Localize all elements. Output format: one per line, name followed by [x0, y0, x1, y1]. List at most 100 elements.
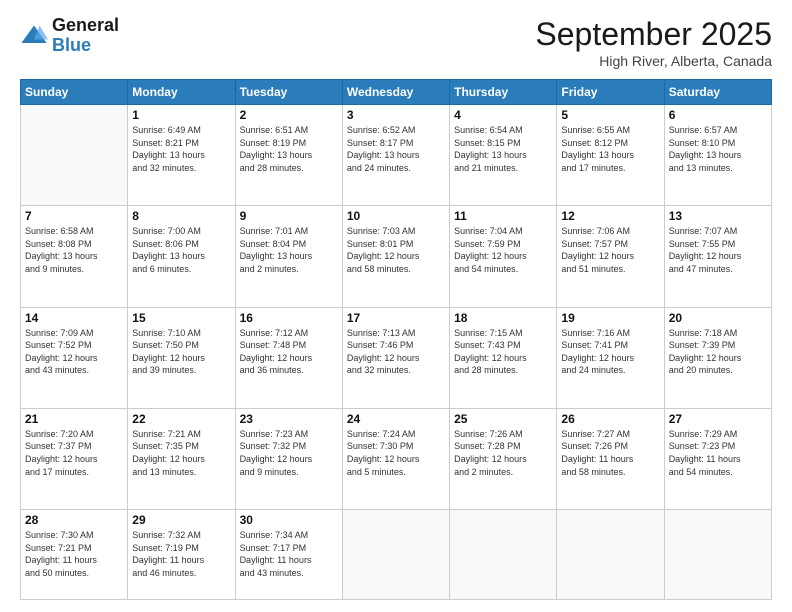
calendar-cell: 18Sunrise: 7:15 AM Sunset: 7:43 PM Dayli… — [450, 307, 557, 408]
day-number: 14 — [25, 311, 123, 325]
calendar-cell: 17 Sunrise: 7:13 AM Sunset: 7:46 PM Dayli… — [342, 307, 449, 408]
day-info: Sunrise: 7:24 AM Sunset: 7:30 PM Dayligh… — [347, 428, 445, 478]
day-info: Sunrise: 7:16 AM Sunset: 7:41 PM Dayligh… — [561, 327, 659, 377]
calendar-cell: 8 Sunrise: 7:00 AM Sunset: 8:06 PM Daylig… — [128, 206, 235, 307]
header: General Blue September 2025 High River, … — [20, 16, 772, 69]
calendar-cell: 1 Sunrise: 6:49 AM Sunset: 8:21 PM Daylig… — [128, 105, 235, 206]
weekday-header-thursday: Thursday — [450, 80, 557, 105]
day-info: Sunrise: 6:54 AM Sunset: 8:15 PM Dayligh… — [454, 124, 552, 174]
day-number: 9 — [240, 209, 338, 223]
week-row-2: 7 Sunrise: 6:58 AM Sunset: 8:08 PM Daylig… — [21, 206, 772, 307]
calendar-cell: 15 Sunrise: 7:10 AM Sunset: 7:50 PM Dayli… — [128, 307, 235, 408]
day-info: Sunrise: 7:29 AM Sunset: 7:23 PM Dayligh… — [669, 428, 767, 478]
day-number: 20 — [669, 311, 767, 325]
day-number: 5 — [561, 108, 659, 122]
calendar-cell: 5 Sunrise: 6:55 AM Sunset: 8:12 PM Daylig… — [557, 105, 664, 206]
day-number: 2 — [240, 108, 338, 122]
day-info: Sunrise: 7:13 AM Sunset: 7:46 PM Dayligh… — [347, 327, 445, 377]
logo-line1: General — [52, 16, 119, 36]
logo-icon — [20, 22, 48, 50]
day-info: Sunrise: 6:52 AM Sunset: 8:17 PM Dayligh… — [347, 124, 445, 174]
calendar-cell: 28 Sunrise: 7:30 AM Sunset: 7:21 PM Dayli… — [21, 510, 128, 600]
day-info: Sunrise: 7:10 AM Sunset: 7:50 PM Dayligh… — [132, 327, 230, 377]
calendar-cell — [664, 510, 771, 600]
calendar-cell — [557, 510, 664, 600]
day-info: Sunrise: 6:57 AM Sunset: 8:10 PM Dayligh… — [669, 124, 767, 174]
calendar-cell: 12 Sunrise: 7:06 AM Sunset: 7:57 PM Dayli… — [557, 206, 664, 307]
week-row-3: 14 Sunrise: 7:09 AM Sunset: 7:52 PM Dayli… — [21, 307, 772, 408]
day-number: 17 — [347, 311, 445, 325]
day-number: 25 — [454, 412, 552, 426]
location: High River, Alberta, Canada — [535, 53, 772, 69]
day-info: Sunrise: 7:03 AM Sunset: 8:01 PM Dayligh… — [347, 225, 445, 275]
day-info: Sunrise: 7:30 AM Sunset: 7:21 PM Dayligh… — [25, 529, 123, 579]
weekday-header-wednesday: Wednesday — [342, 80, 449, 105]
day-number: 3 — [347, 108, 445, 122]
day-number: 6 — [669, 108, 767, 122]
calendar-cell: 23 Sunrise: 7:23 AM Sunset: 7:32 PM Dayli… — [235, 408, 342, 509]
day-info: Sunrise: 7:12 AM Sunset: 7:48 PM Dayligh… — [240, 327, 338, 377]
day-number: 27 — [669, 412, 767, 426]
day-number: 4 — [454, 108, 552, 122]
day-number: 12 — [561, 209, 659, 223]
calendar-cell: 16Sunrise: 7:12 AM Sunset: 7:48 PM Dayli… — [235, 307, 342, 408]
calendar-cell: 4 Sunrise: 6:54 AM Sunset: 8:15 PM Daylig… — [450, 105, 557, 206]
week-row-5: 28 Sunrise: 7:30 AM Sunset: 7:21 PM Dayli… — [21, 510, 772, 600]
weekday-header-row: SundayMondayTuesdayWednesdayThursdayFrid… — [21, 80, 772, 105]
day-info: Sunrise: 7:26 AM Sunset: 7:28 PM Dayligh… — [454, 428, 552, 478]
day-info: Sunrise: 7:18 AM Sunset: 7:39 PM Dayligh… — [669, 327, 767, 377]
week-row-4: 21Sunrise: 7:20 AM Sunset: 7:37 PM Dayli… — [21, 408, 772, 509]
day-number: 23 — [240, 412, 338, 426]
calendar-cell: 6 Sunrise: 6:57 AM Sunset: 8:10 PM Daylig… — [664, 105, 771, 206]
calendar-cell: 14 Sunrise: 7:09 AM Sunset: 7:52 PM Dayli… — [21, 307, 128, 408]
day-number: 24 — [347, 412, 445, 426]
calendar-cell: 21Sunrise: 7:20 AM Sunset: 7:37 PM Dayli… — [21, 408, 128, 509]
calendar-cell: 30Sunrise: 7:34 AM Sunset: 7:17 PM Dayli… — [235, 510, 342, 600]
day-number: 28 — [25, 513, 123, 527]
weekday-header-tuesday: Tuesday — [235, 80, 342, 105]
calendar-cell: 2 Sunrise: 6:51 AM Sunset: 8:19 PM Daylig… — [235, 105, 342, 206]
logo-text: General Blue — [52, 16, 119, 56]
page: General Blue September 2025 High River, … — [0, 0, 792, 612]
calendar-cell: 22 Sunrise: 7:21 AM Sunset: 7:35 PM Dayli… — [128, 408, 235, 509]
day-number: 7 — [25, 209, 123, 223]
calendar-cell: 27 Sunrise: 7:29 AM Sunset: 7:23 PM Dayli… — [664, 408, 771, 509]
day-number: 21 — [25, 412, 123, 426]
day-info: Sunrise: 7:01 AM Sunset: 8:04 PM Dayligh… — [240, 225, 338, 275]
day-info: Sunrise: 7:09 AM Sunset: 7:52 PM Dayligh… — [25, 327, 123, 377]
calendar-cell: 24 Sunrise: 7:24 AM Sunset: 7:30 PM Dayli… — [342, 408, 449, 509]
day-info: Sunrise: 7:23 AM Sunset: 7:32 PM Dayligh… — [240, 428, 338, 478]
day-info: Sunrise: 7:04 AM Sunset: 7:59 PM Dayligh… — [454, 225, 552, 275]
day-info: Sunrise: 7:15 AM Sunset: 7:43 PM Dayligh… — [454, 327, 552, 377]
day-number: 15 — [132, 311, 230, 325]
day-info: Sunrise: 6:55 AM Sunset: 8:12 PM Dayligh… — [561, 124, 659, 174]
day-info: Sunrise: 6:51 AM Sunset: 8:19 PM Dayligh… — [240, 124, 338, 174]
day-info: Sunrise: 7:00 AM Sunset: 8:06 PM Dayligh… — [132, 225, 230, 275]
day-info: Sunrise: 6:58 AM Sunset: 8:08 PM Dayligh… — [25, 225, 123, 275]
weekday-header-sunday: Sunday — [21, 80, 128, 105]
day-info: Sunrise: 7:32 AM Sunset: 7:19 PM Dayligh… — [132, 529, 230, 579]
day-number: 10 — [347, 209, 445, 223]
day-number: 11 — [454, 209, 552, 223]
calendar-cell: 11 Sunrise: 7:04 AM Sunset: 7:59 PM Dayli… — [450, 206, 557, 307]
calendar-cell — [342, 510, 449, 600]
weekday-header-monday: Monday — [128, 80, 235, 105]
calendar: SundayMondayTuesdayWednesdayThursdayFrid… — [20, 79, 772, 600]
day-info: Sunrise: 7:21 AM Sunset: 7:35 PM Dayligh… — [132, 428, 230, 478]
weekday-header-saturday: Saturday — [664, 80, 771, 105]
day-info: Sunrise: 6:49 AM Sunset: 8:21 PM Dayligh… — [132, 124, 230, 174]
day-number: 1 — [132, 108, 230, 122]
calendar-cell: 3 Sunrise: 6:52 AM Sunset: 8:17 PM Daylig… — [342, 105, 449, 206]
day-info: Sunrise: 7:27 AM Sunset: 7:26 PM Dayligh… — [561, 428, 659, 478]
calendar-cell: 19Sunrise: 7:16 AM Sunset: 7:41 PM Dayli… — [557, 307, 664, 408]
day-number: 26 — [561, 412, 659, 426]
day-number: 13 — [669, 209, 767, 223]
day-number: 22 — [132, 412, 230, 426]
calendar-cell: 13Sunrise: 7:07 AM Sunset: 7:55 PM Dayli… — [664, 206, 771, 307]
day-info: Sunrise: 7:06 AM Sunset: 7:57 PM Dayligh… — [561, 225, 659, 275]
day-number: 8 — [132, 209, 230, 223]
calendar-cell: 29Sunrise: 7:32 AM Sunset: 7:19 PM Dayli… — [128, 510, 235, 600]
month-title: September 2025 — [535, 16, 772, 53]
calendar-cell: 20 Sunrise: 7:18 AM Sunset: 7:39 PM Dayli… — [664, 307, 771, 408]
weekday-header-friday: Friday — [557, 80, 664, 105]
